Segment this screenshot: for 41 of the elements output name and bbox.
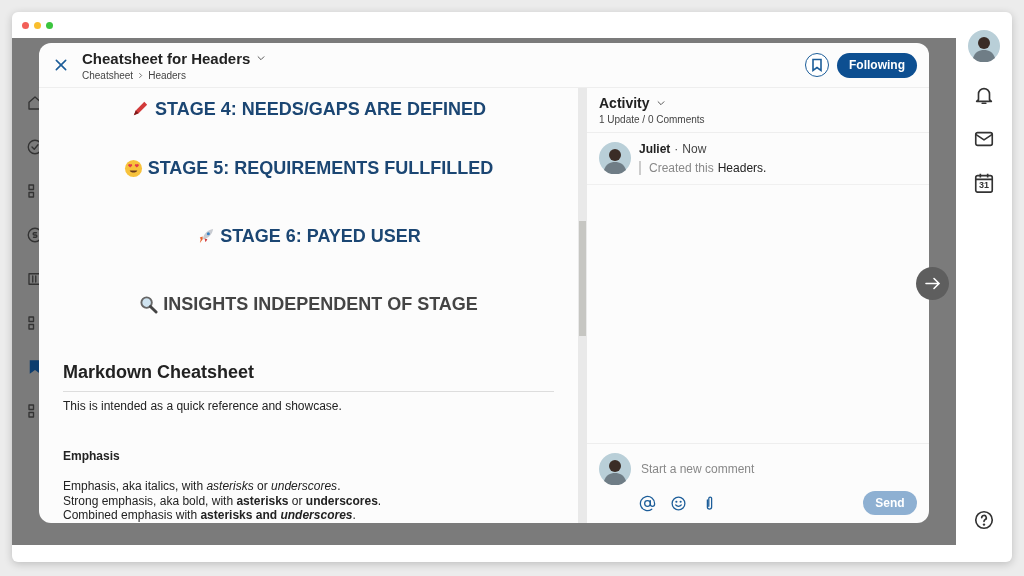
avatar [968, 30, 1000, 62]
chevron-right-icon [137, 71, 145, 79]
stage-heading: STAGE 5: REQUIREMENTS FULLFILLED [147, 157, 494, 179]
separator-dot: · [674, 142, 679, 156]
following-button[interactable]: Following [837, 52, 917, 78]
paragraph: This is intended as a quick reference and showcase. [63, 399, 343, 413]
close-window-dot[interactable] [22, 21, 29, 29]
stage-heading: STAGE 4: NEEDS/GAPS ARE DEFINED [154, 99, 487, 120]
calendar-icon[interactable]: 31 [973, 172, 995, 194]
maximize-window-dot[interactable] [46, 21, 53, 29]
chevron-down-icon[interactable] [655, 98, 666, 108]
comment-field[interactable]: Start a new comment [639, 461, 917, 477]
activity-object: Headers. [717, 161, 767, 175]
text-line: Emphasis, aka italics, with asterisks or underscores. [63, 479, 342, 494]
scrollbar-thumb[interactable] [579, 221, 586, 336]
next-button[interactable] [916, 267, 949, 300]
stage-heading: INSIGHTS INDEPENDENT OF STAGE [163, 293, 478, 315]
close-icon[interactable] [53, 57, 69, 73]
breadcrumb-link[interactable]: Cheatsheet [82, 69, 134, 81]
stage-heading: STAGE 6: PAYED USER [220, 225, 421, 247]
author-name: Juliet [639, 142, 671, 156]
timestamp: Now [682, 142, 707, 156]
section-heading: Emphasis [63, 449, 121, 463]
breadcrumb-link[interactable]: Headers [148, 69, 186, 81]
text-line: Combined emphasis with asterisks and underscores. [63, 508, 357, 523]
text-line: Strong emphasis, aka bold, with asterisks or underscores. [63, 493, 383, 508]
minimize-window-dot[interactable] [34, 21, 41, 29]
chevron-down-icon[interactable] [256, 53, 267, 63]
at-sign-icon[interactable] [639, 494, 656, 512]
modal-title: Cheatsheet for Headers [82, 49, 251, 67]
activity-summary: 1 Update / 0 Comments [599, 114, 706, 125]
heart-eyes-emoji-icon [123, 158, 143, 178]
avatar [599, 453, 631, 485]
bookmark-button[interactable] [805, 53, 829, 77]
activity-text: Created this [649, 161, 714, 175]
activity-title: Activity [599, 95, 650, 111]
magnifier-icon [139, 294, 159, 314]
help-icon[interactable] [973, 509, 995, 531]
document-heading: Markdown Cheatsheet [63, 362, 554, 392]
smiley-icon[interactable] [670, 494, 687, 512]
avatar [599, 142, 631, 174]
